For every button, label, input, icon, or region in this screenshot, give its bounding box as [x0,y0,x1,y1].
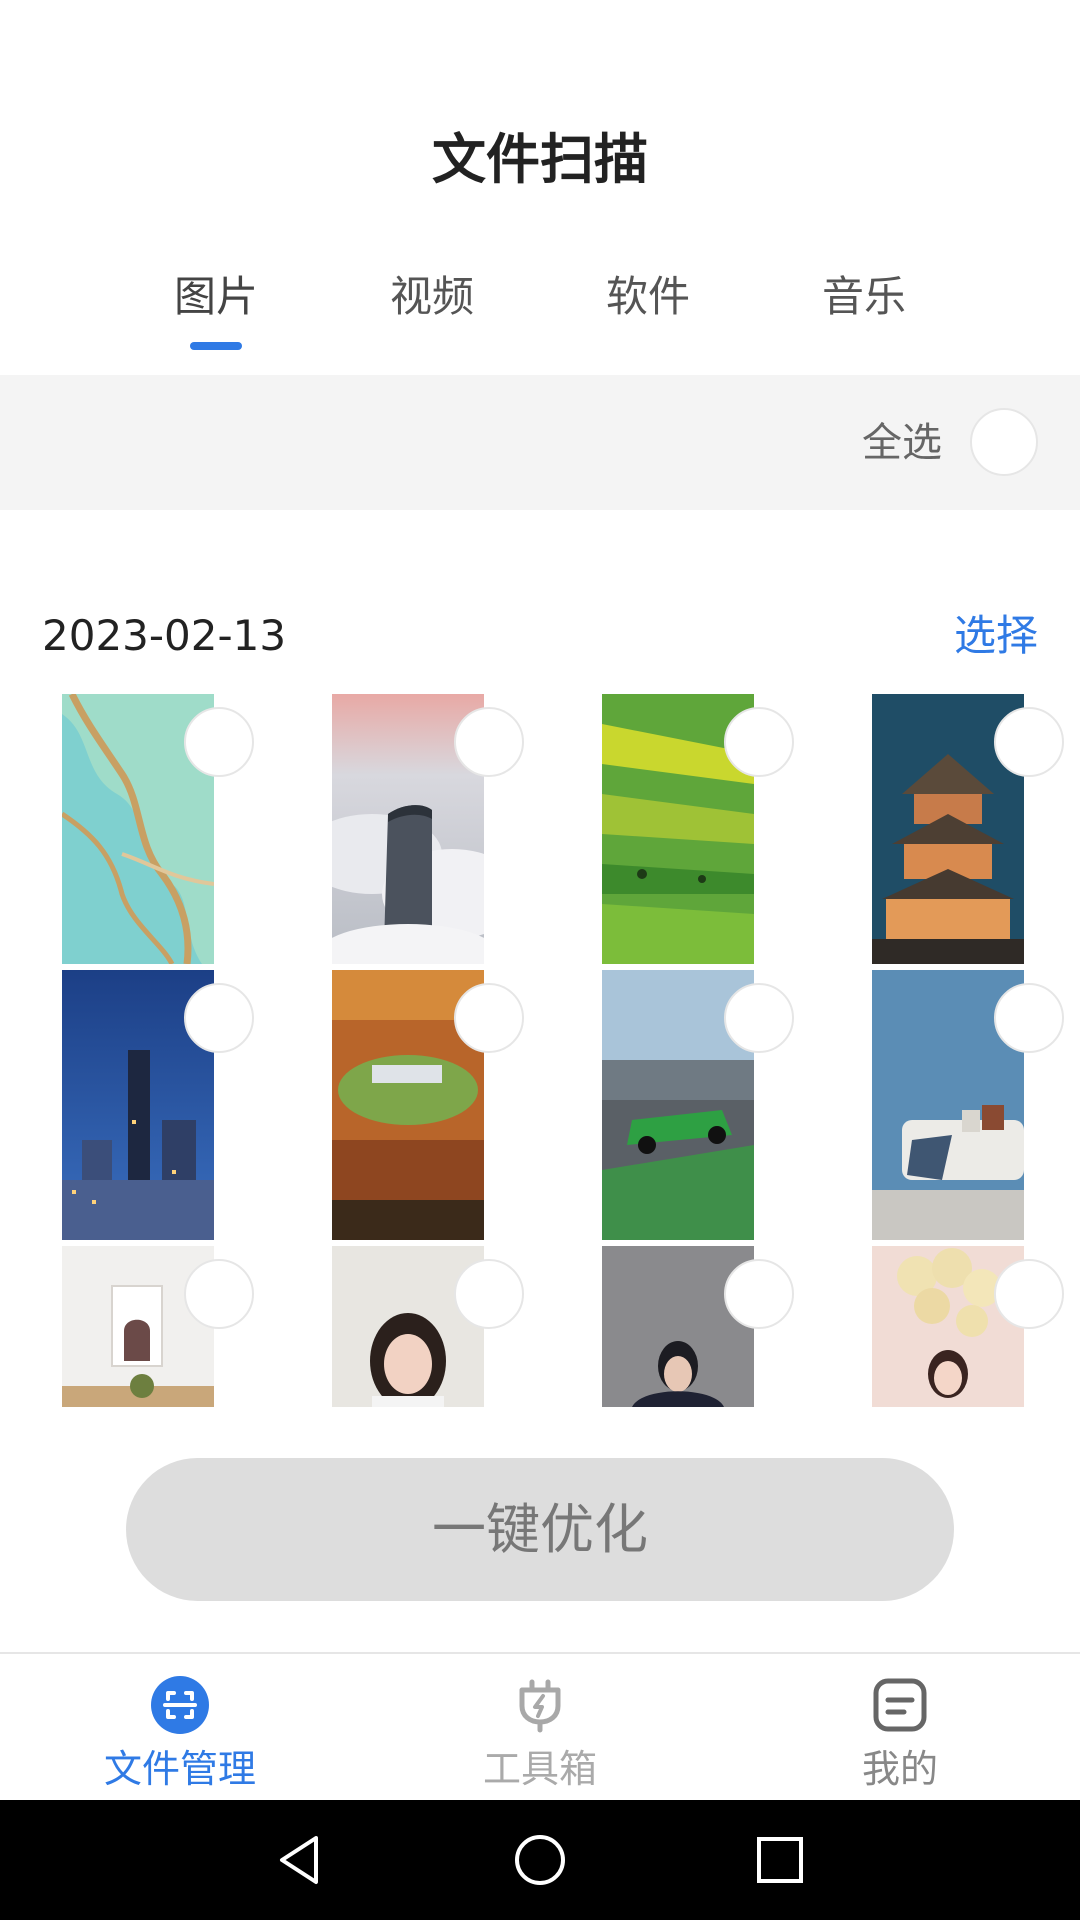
profile-icon [873,1678,927,1732]
image-select-checkbox[interactable] [184,983,254,1053]
image-select-checkbox[interactable] [994,983,1064,1053]
white-room-image [62,1246,214,1407]
one-click-optimize-button[interactable]: 一键优化 [126,1458,954,1601]
image-select-checkbox[interactable] [184,707,254,777]
home-icon[interactable] [512,1832,568,1888]
image-select-checkbox[interactable] [454,983,524,1053]
bottom-nav: 文件管理 工具箱 我的 [0,1652,1080,1800]
image-select-checkbox[interactable] [454,707,524,777]
image-thumbnail[interactable] [62,1246,214,1407]
nav-item-file-management[interactable]: 文件管理 [80,1676,280,1794]
nav-item-profile[interactable]: 我的 [800,1676,1000,1794]
image-select-checkbox[interactable] [454,1259,524,1329]
nav-label: 工具箱 [482,1747,597,1791]
image-select-checkbox[interactable] [184,1259,254,1329]
recents-icon[interactable] [752,1832,808,1888]
nav-label: 文件管理 [103,1747,256,1791]
image-thumbnail[interactable] [602,1246,754,1407]
image-thumbnail[interactable] [872,1246,1024,1407]
image-select-checkbox[interactable] [724,707,794,777]
back-icon[interactable] [272,1832,328,1888]
image-select-checkbox[interactable] [724,983,794,1053]
image-thumbnail[interactable] [332,1246,484,1407]
image-select-checkbox[interactable] [994,707,1064,777]
portrait-man-image [602,1246,754,1407]
woman-balloons-image [872,1246,1024,1407]
portrait-woman-image [332,1246,484,1407]
plug-icon [519,1679,561,1733]
scan-icon [151,1676,209,1734]
image-grid [0,0,1080,1410]
system-nav-bar [0,1800,1080,1920]
image-select-checkbox[interactable] [724,1259,794,1329]
nav-label: 我的 [861,1747,938,1791]
nav-item-toolbox[interactable]: 工具箱 [440,1676,640,1794]
image-select-checkbox[interactable] [994,1259,1064,1329]
